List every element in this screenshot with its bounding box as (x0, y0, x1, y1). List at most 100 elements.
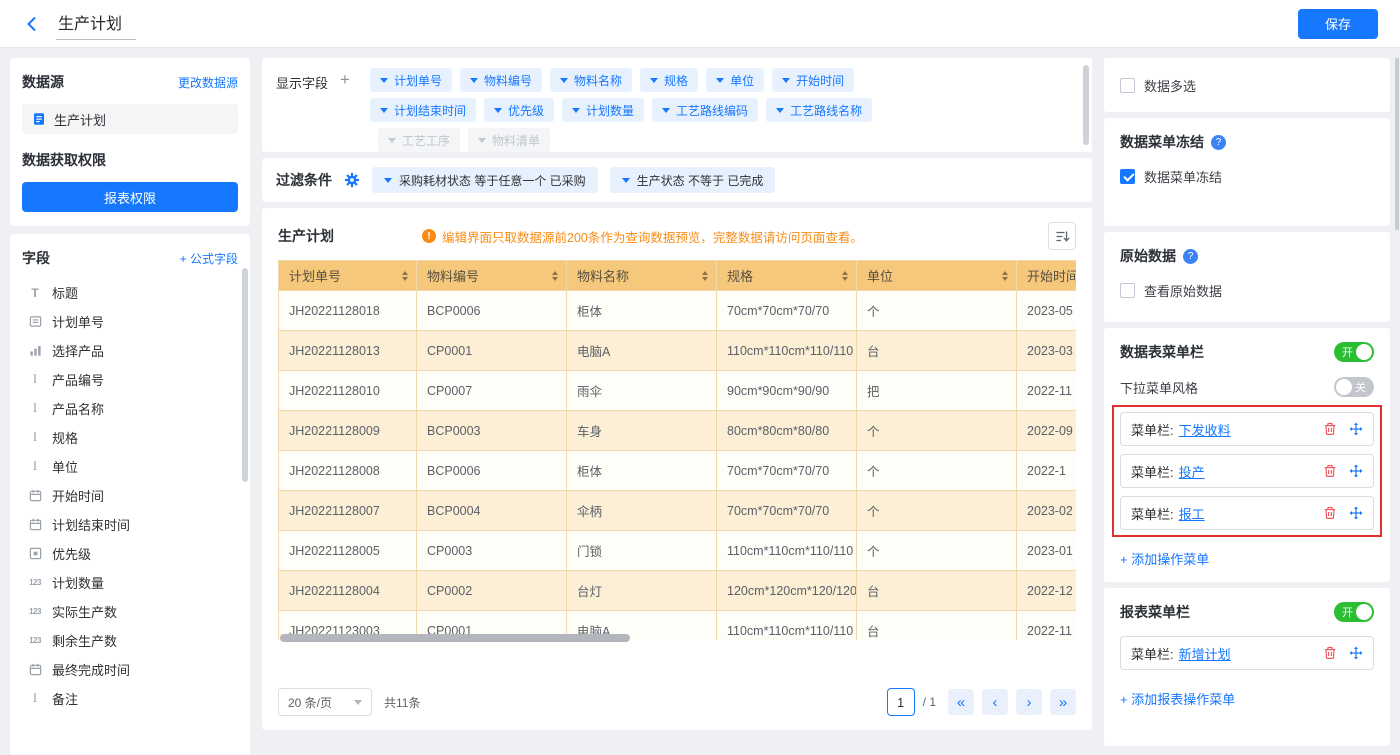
table-cell: 2022-11 (1017, 371, 1077, 411)
move-icon[interactable] (1349, 506, 1363, 520)
trash-icon[interactable] (1323, 506, 1337, 520)
horizontal-scrollbar[interactable] (278, 634, 1076, 642)
display-field-chip[interactable]: 计划单号 (370, 68, 452, 92)
menu-item[interactable]: 菜单栏: 下发收料 (1120, 412, 1374, 446)
help-icon[interactable]: ? (1211, 135, 1226, 150)
sort-carets-icon[interactable] (842, 268, 848, 284)
report-permission-button[interactable]: 报表权限 (22, 182, 238, 212)
field-item[interactable]: 123实际生产数 (22, 597, 238, 626)
back-button[interactable] (20, 12, 44, 36)
page-scrollbar[interactable] (1395, 58, 1399, 230)
column-header[interactable]: 物料名称 (567, 261, 717, 291)
column-header[interactable]: 物料编号 (417, 261, 567, 291)
trash-icon[interactable] (1323, 646, 1337, 660)
report-menu-toggle[interactable]: 开 (1334, 602, 1374, 622)
field-item[interactable]: I规格 (22, 423, 238, 452)
field-item[interactable]: I产品名称 (22, 394, 238, 423)
table-row[interactable]: JH20221128010CP0007雨伞90cm*90cm*90/90把202… (279, 371, 1077, 411)
sort-carets-icon[interactable] (402, 268, 408, 284)
display-field-chip[interactable]: 规格 (640, 68, 698, 92)
menu-item-link[interactable]: 新增计划 (1179, 644, 1231, 663)
datasource-card: 数据源 更改数据源 生产计划 数据获取权限 报表权限 (10, 58, 250, 226)
menu-item[interactable]: 菜单栏: 报工 (1120, 496, 1374, 530)
panel-scrollbar[interactable] (1083, 65, 1089, 145)
menu-item-link[interactable]: 投产 (1179, 462, 1205, 481)
move-icon[interactable] (1349, 646, 1363, 660)
chevron-down-icon (380, 108, 388, 113)
table-row[interactable]: JH20221128018BCP0006柜体70cm*70cm*70/70个20… (279, 291, 1077, 331)
menu-item-link[interactable]: 下发收料 (1179, 420, 1231, 439)
scrollbar-thumb[interactable] (280, 634, 630, 642)
sort-order-button[interactable] (1048, 222, 1076, 250)
field-item[interactable]: 开始时间 (22, 481, 238, 510)
field-item[interactable]: 优先级 (22, 539, 238, 568)
formula-field-link[interactable]: + 公式字段 (180, 250, 238, 267)
prev-page-button[interactable]: ‹ (982, 689, 1008, 715)
save-button[interactable]: 保存 (1298, 9, 1378, 39)
table-row[interactable]: JH20221128008BCP0006柜体70cm*70cm*70/70个20… (279, 451, 1077, 491)
gear-icon[interactable] (344, 172, 360, 188)
sort-carets-icon[interactable] (702, 268, 708, 284)
display-field-chip[interactable]: 计划数量 (562, 98, 644, 122)
raw-data-checkbox[interactable] (1120, 283, 1135, 298)
field-item[interactable]: 计划单号 (22, 307, 238, 336)
move-icon[interactable] (1349, 422, 1363, 436)
table-row[interactable]: JH20221128013CP0001电脑A110cm*110cm*110/11… (279, 331, 1077, 371)
help-icon[interactable]: ? (1183, 249, 1198, 264)
table-row[interactable]: JH20221128005CP0003门锁110cm*110cm*110/110… (279, 531, 1077, 571)
table-menu-toggle[interactable]: 开 (1334, 342, 1374, 362)
multi-select-checkbox[interactable] (1120, 78, 1135, 93)
add-display-field-button[interactable]: + (340, 73, 350, 87)
add-menu-link[interactable]: + 添加操作菜单 (1120, 549, 1209, 568)
display-field-chip[interactable]: 开始时间 (772, 68, 854, 92)
table-menu-title: 数据表菜单栏 (1120, 342, 1204, 362)
table-row[interactable]: JH20221128007BCP0004伞柄70cm*70cm*70/70个20… (279, 491, 1077, 531)
display-field-chip[interactable]: 物料编号 (460, 68, 542, 92)
display-field-chip[interactable]: 工艺路线名称 (766, 98, 872, 122)
page-number-input[interactable]: 1 (887, 688, 915, 716)
next-page-button[interactable]: › (1016, 689, 1042, 715)
first-page-button[interactable]: « (948, 689, 974, 715)
table-row[interactable]: JH20221128009BCP0003车身80cm*80cm*80/80个20… (279, 411, 1077, 451)
table-cell: 2022-12 (1017, 571, 1077, 611)
field-item[interactable]: 计划结束时间 (22, 510, 238, 539)
column-header[interactable]: 计划单号 (279, 261, 417, 291)
freeze-checkbox[interactable] (1120, 169, 1135, 184)
dropdown-style-toggle[interactable]: 关 (1334, 377, 1374, 397)
display-field-chip[interactable]: 优先级 (484, 98, 554, 122)
fields-scrollbar[interactable] (242, 268, 248, 482)
add-report-menu-link[interactable]: + 添加报表操作菜单 (1120, 689, 1235, 708)
page: 生产计划 保存 数据源 更改数据源 生产计划 数据获取权限 报表权限 字段 (0, 0, 1400, 755)
column-header[interactable]: 单位 (857, 261, 1017, 291)
column-header[interactable]: 开始时间 (1017, 261, 1077, 291)
trash-icon[interactable] (1323, 464, 1337, 478)
field-item[interactable]: I单位 (22, 452, 238, 481)
display-field-chip[interactable]: 单位 (706, 68, 764, 92)
display-field-chip[interactable]: 工艺路线编码 (652, 98, 758, 122)
display-field-chip[interactable]: 物料名称 (550, 68, 632, 92)
field-item[interactable]: I备注 (22, 684, 238, 713)
menu-item-link[interactable]: 报工 (1179, 504, 1205, 523)
change-datasource-link[interactable]: 更改数据源 (178, 74, 238, 91)
sort-carets-icon[interactable] (1002, 268, 1008, 284)
datasource-item[interactable]: 生产计划 (22, 104, 238, 134)
move-icon[interactable] (1349, 464, 1363, 478)
field-item[interactable]: 选择产品 (22, 336, 238, 365)
field-item[interactable]: T标题 (22, 278, 238, 307)
filter-condition-chip[interactable]: 采购耗材状态 等于任意一个 已采购 (372, 167, 598, 193)
field-item[interactable]: 最终完成时间 (22, 655, 238, 684)
menu-item[interactable]: 菜单栏: 新增计划 (1120, 636, 1374, 670)
field-item[interactable]: 123剩余生产数 (22, 626, 238, 655)
menu-item[interactable]: 菜单栏: 投产 (1120, 454, 1374, 488)
sort-carets-icon[interactable] (552, 268, 558, 284)
last-page-button[interactable]: » (1050, 689, 1076, 715)
page-size-select[interactable]: 20 条/页 (278, 688, 372, 716)
field-item[interactable]: I产品编号 (22, 365, 238, 394)
chevron-down-icon (650, 78, 658, 83)
column-header[interactable]: 规格 (717, 261, 857, 291)
field-item[interactable]: 123计划数量 (22, 568, 238, 597)
filter-condition-chip[interactable]: 生产状态 不等于 已完成 (610, 167, 776, 193)
trash-icon[interactable] (1323, 422, 1337, 436)
display-field-chip[interactable]: 计划结束时间 (370, 98, 476, 122)
table-row[interactable]: JH20221128004CP0002台灯120cm*120cm*120/120… (279, 571, 1077, 611)
